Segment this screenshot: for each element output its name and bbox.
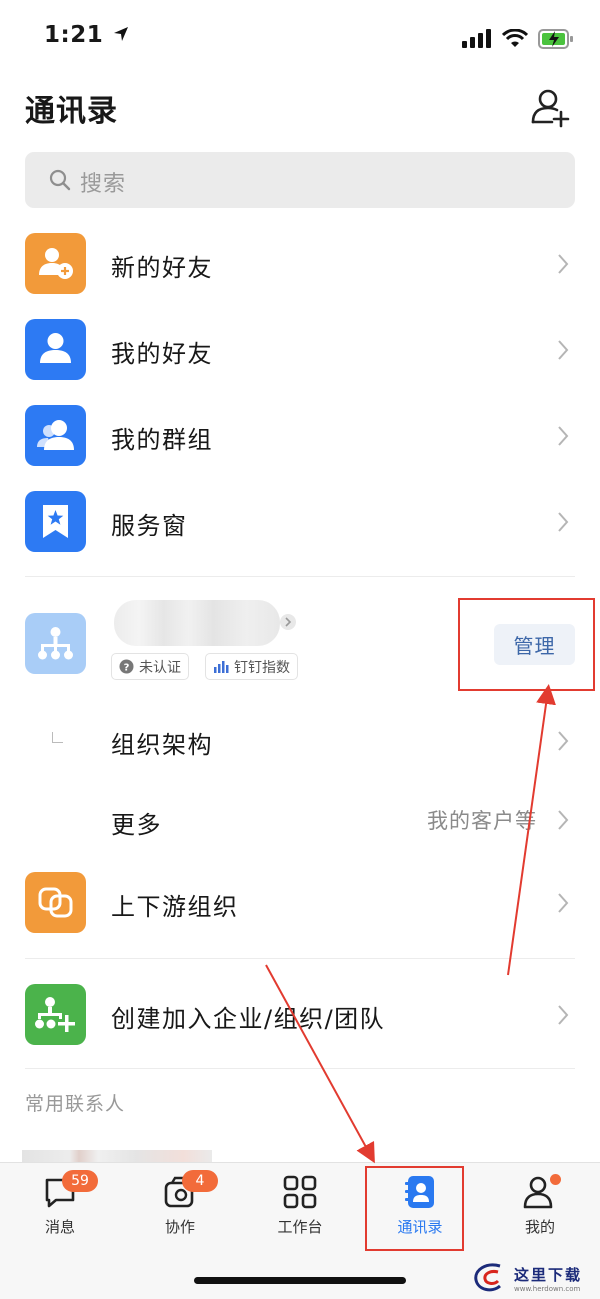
link-icon	[25, 872, 86, 933]
frequent-contacts-header: 常用联系人	[25, 1093, 126, 1115]
new-friends-tile	[25, 233, 86, 294]
annotation-box-manage	[458, 598, 595, 691]
signal-icon	[462, 29, 491, 48]
chevron-right-icon	[558, 254, 569, 274]
chevron-right-icon	[558, 731, 569, 751]
create-org-tile	[25, 984, 86, 1045]
tab-collaboration[interactable]: 4 协作	[120, 1170, 240, 1242]
my-friends-tile	[25, 319, 86, 380]
tab-profile[interactable]: 我的	[480, 1172, 600, 1242]
add-friend-icon	[25, 233, 86, 294]
row-org-structure[interactable]	[0, 705, 600, 775]
site-logo-icon	[474, 1263, 501, 1292]
row-new-friends[interactable]	[0, 229, 600, 299]
row-label: 组织架构	[111, 731, 213, 759]
row-upstream-downstream[interactable]	[0, 868, 600, 938]
battery-charging-icon	[538, 29, 573, 49]
notification-dot	[550, 1174, 561, 1185]
row-label: 新的好友	[111, 254, 213, 282]
org-logo[interactable]	[25, 613, 86, 674]
chevron-right-icon	[558, 810, 569, 830]
grid-icon	[283, 1175, 317, 1209]
watermark-url: www.herdown.com	[514, 1284, 581, 1293]
person-icon	[25, 319, 86, 380]
badge-label: 钉钉指数	[234, 659, 290, 676]
chevron-right-icon	[558, 512, 569, 532]
group-icon	[25, 405, 86, 466]
divider	[25, 1068, 575, 1069]
chevron-right-icon	[558, 340, 569, 360]
search-placeholder: 搜索	[80, 172, 127, 197]
tab-label: 消息	[44, 1218, 75, 1236]
unread-badge: 4	[182, 1170, 218, 1192]
row-service-window[interactable]	[0, 487, 600, 557]
org-chart-icon	[38, 627, 73, 660]
tab-label: 协作	[164, 1218, 195, 1236]
dingtalk-index-badge[interactable]: 钉钉指数	[205, 653, 298, 680]
chevron-right-icon	[558, 1005, 569, 1025]
divider	[25, 958, 575, 959]
chevron-right-icon	[558, 426, 569, 446]
row-label: 我的好友	[111, 340, 213, 368]
add-contact-button[interactable]	[528, 86, 572, 130]
search-icon	[49, 169, 71, 191]
chevron-right-icon	[558, 893, 569, 913]
org-switch-button[interactable]	[280, 614, 296, 630]
watermark-logo: 这里下载 www.herdown.com	[470, 1258, 600, 1298]
watermark-text: 这里下载	[514, 1265, 583, 1284]
divider	[25, 576, 575, 577]
row-my-friends[interactable]	[0, 315, 600, 385]
question-icon: ?	[119, 659, 134, 674]
location-arrow-icon	[113, 27, 128, 41]
wifi-icon	[502, 29, 528, 47]
home-indicator	[194, 1277, 406, 1284]
status-time: 1:21	[44, 22, 130, 48]
org-name-blurred[interactable]	[114, 600, 280, 646]
row-label: 更多	[111, 811, 162, 839]
create-org-icon	[25, 984, 86, 1045]
my-groups-tile	[25, 405, 86, 466]
row-my-groups[interactable]	[0, 401, 600, 471]
add-person-icon	[531, 89, 570, 128]
bookmark-star-icon	[25, 491, 86, 552]
more-value: 我的客户等	[427, 809, 537, 833]
tab-workbench[interactable]: 工作台	[240, 1172, 360, 1242]
svg-text:?: ?	[124, 663, 130, 674]
chevron-right-icon	[285, 617, 292, 627]
row-label: 上下游组织	[111, 893, 239, 921]
bar-chart-icon	[214, 660, 229, 673]
service-window-tile	[25, 491, 86, 552]
annotation-box-contacts-tab	[365, 1166, 464, 1251]
upstream-tile	[25, 872, 86, 933]
tree-branch-icon	[52, 732, 63, 743]
badge-label: 未认证	[139, 659, 181, 676]
tab-label: 工作台	[277, 1218, 323, 1236]
tab-label: 我的	[524, 1218, 555, 1236]
tab-messages[interactable]: 59 消息	[0, 1170, 120, 1242]
status-indicators	[462, 24, 574, 54]
row-label: 服务窗	[111, 512, 188, 540]
unverified-badge[interactable]: ? 未认证	[111, 653, 189, 680]
page-title: 通讯录	[25, 94, 118, 129]
unread-badge: 59	[62, 1170, 98, 1192]
row-label: 创建加入企业/组织/团队	[111, 1005, 386, 1033]
row-label: 我的群组	[111, 426, 213, 454]
